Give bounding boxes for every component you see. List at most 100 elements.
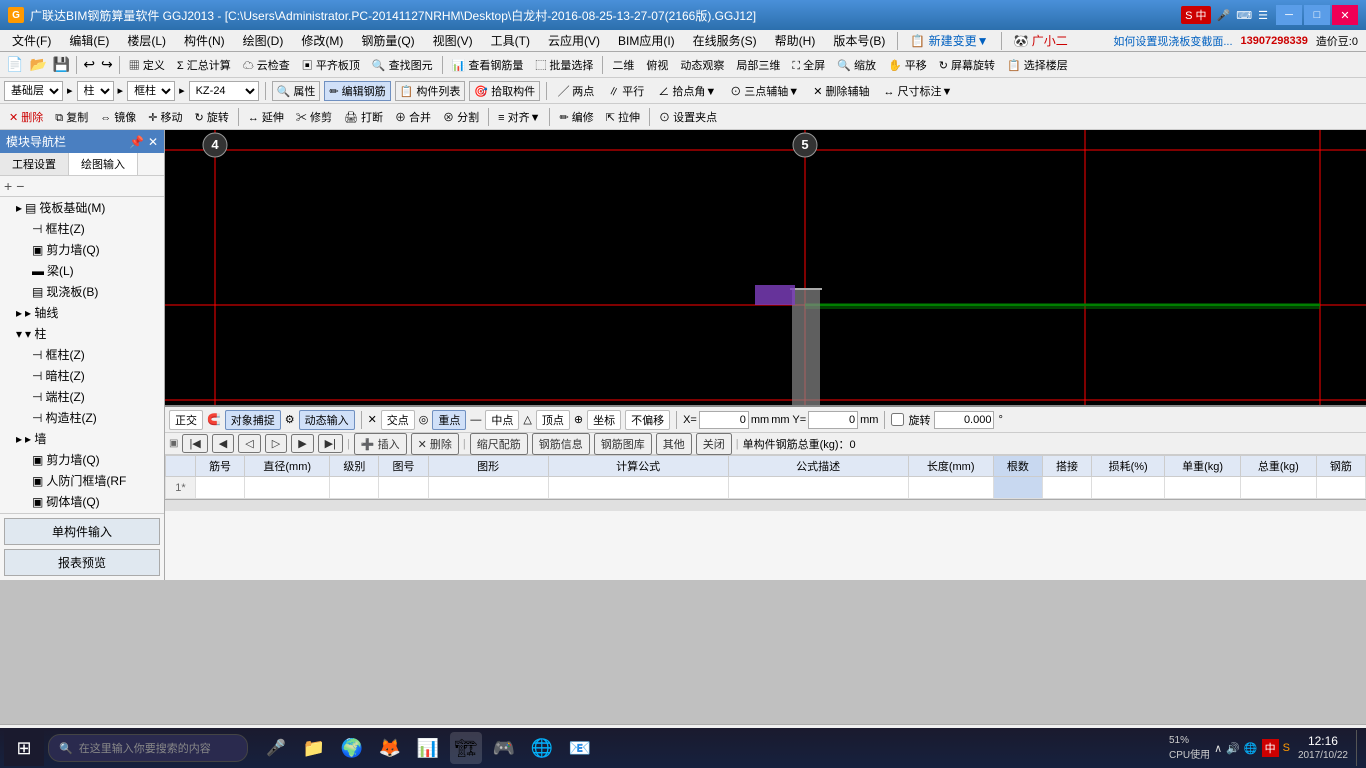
tree-item-beam[interactable]: ▬ 梁(L)	[0, 260, 164, 281]
align-button[interactable]: ≡ 对齐▼	[493, 107, 545, 127]
no-offset-button[interactable]: 不偏移	[625, 410, 670, 430]
horizontal-scrollbar[interactable]	[165, 499, 1366, 511]
menu-element[interactable]: 构件(N)	[176, 30, 233, 51]
keyboard-icon[interactable]: ⌨	[1236, 9, 1252, 22]
menu-version[interactable]: 版本号(B)	[825, 30, 893, 51]
menu-new-change[interactable]: 📋 新建变更▼	[902, 30, 996, 51]
other-button[interactable]: 其他	[656, 433, 692, 455]
tray-time[interactable]: 12:16 2017/10/22	[1298, 734, 1348, 763]
ortho-button[interactable]: 正交	[169, 410, 203, 430]
merge-button[interactable]: ⊕ 合并	[390, 107, 436, 127]
cell-barno[interactable]	[196, 477, 245, 499]
set-anchor-button[interactable]: ⊙ 设置夹点	[654, 107, 722, 127]
cell-totalw[interactable]	[1240, 477, 1316, 499]
tree-item-axis[interactable]: ▸ ▸ 轴线	[0, 302, 164, 323]
start-button[interactable]: ⊞	[4, 730, 44, 766]
view-rebar-button[interactable]: 📊 查看钢筋量	[447, 55, 529, 75]
vertex-button[interactable]: 顶点	[536, 410, 570, 430]
tree-item-frame-col[interactable]: ⊣ 框柱(Z)	[0, 344, 164, 365]
select-floor-button[interactable]: 📋 选择楼层	[1002, 55, 1073, 75]
rebar-lib-button[interactable]: 钢筋图库	[594, 433, 652, 455]
local-3d-button[interactable]: 局部三维	[731, 55, 785, 75]
print-button[interactable]: 🖨 打断	[339, 107, 388, 127]
define-button[interactable]: ▦ 定义	[124, 55, 170, 75]
nav-next-p[interactable]: ▷	[265, 434, 287, 453]
rebar-close-button[interactable]: 关闭	[696, 433, 732, 455]
tree-item-slab[interactable]: ▤ 现浇板(B)	[0, 281, 164, 302]
sidebar-pin[interactable]: 📌	[129, 135, 144, 149]
menu-gxe[interactable]: 🐼 广小二	[1006, 30, 1076, 51]
menu-view[interactable]: 视图(V)	[425, 30, 481, 51]
move-button[interactable]: ✛ 移动	[143, 107, 187, 127]
cloud-check-button[interactable]: ☁ 云检查	[238, 55, 295, 75]
tray-volume[interactable]: 🔊	[1226, 742, 1240, 755]
dynamic-input-button[interactable]: 动态输入	[299, 410, 355, 430]
nav-next[interactable]: ▶	[291, 434, 313, 453]
taskbar-icon-app5[interactable]: 📧	[564, 732, 596, 764]
delete-rebar-button[interactable]: ✕ 删除	[411, 433, 459, 455]
rotate-checkbox[interactable]	[891, 413, 904, 426]
tray-network[interactable]: 🌐	[1244, 742, 1258, 755]
sidebar-tab-settings[interactable]: 工程设置	[0, 153, 69, 175]
split-button[interactable]: ⊗ 分割	[438, 107, 484, 127]
calc-button[interactable]: Σ 汇总计算	[172, 55, 236, 75]
zoom-button[interactable]: 🔍 缩放	[832, 55, 881, 75]
del-aux-button[interactable]: ✕ 删除辅轴	[808, 81, 874, 101]
close-button[interactable]: ✕	[1332, 5, 1358, 25]
undo-icon[interactable]: ↩	[81, 56, 97, 73]
menu-modify[interactable]: 修改(M)	[293, 30, 351, 51]
taskbar-icon-app3[interactable]: 🎮	[488, 732, 520, 764]
cell-len[interactable]	[908, 477, 993, 499]
tree-item-shear[interactable]: ▣ 剪力墙(Q)	[0, 239, 164, 260]
mirror-button[interactable]: ⇔ 镜像	[95, 107, 141, 127]
element-list-button[interactable]: 📋 构件列表	[395, 81, 466, 101]
taskbar-icon-files[interactable]: 📁	[298, 732, 330, 764]
nav-prev-p[interactable]: ◁	[238, 434, 260, 453]
parallel-button[interactable]: ∥ 平行	[603, 81, 649, 101]
angle-button[interactable]: ∠ 拾点角▼	[653, 81, 721, 101]
menu-layer[interactable]: 楼层(L)	[119, 30, 174, 51]
tray-input-s[interactable]: S	[1283, 742, 1290, 754]
cell-dia[interactable]	[245, 477, 330, 499]
tree-item-end-col[interactable]: ⊣ 端柱(Z)	[0, 386, 164, 407]
menu-rebar[interactable]: 钢筋量(Q)	[353, 30, 422, 51]
center-button[interactable]: 中点	[485, 410, 519, 430]
nav-first[interactable]: |◀	[182, 434, 207, 453]
cell-shape[interactable]	[428, 477, 548, 499]
2d-button[interactable]: 二维	[607, 55, 639, 75]
expand-icon[interactable]: +	[4, 178, 12, 194]
table-row[interactable]: 1*	[166, 477, 1366, 499]
fullscreen-button[interactable]: ⛶ 全屏	[787, 55, 830, 75]
tree-item-shear-wall[interactable]: ▣ 剪力墙(Q)	[0, 449, 164, 470]
rotate-button[interactable]: ↻ 旋转	[190, 107, 234, 127]
extend-button[interactable]: ↔ 延伸	[243, 107, 289, 127]
y-input[interactable]	[808, 411, 858, 429]
tree-item-wall-group[interactable]: ▸ ▸ 墙	[0, 428, 164, 449]
single-element-input-button[interactable]: 单构件输入	[4, 518, 160, 545]
report-preview-button[interactable]: 报表预览	[4, 549, 160, 576]
open-icon[interactable]: 📂	[27, 56, 48, 73]
window-controls[interactable]: ─ □ ✕	[1276, 5, 1358, 25]
menu-file[interactable]: 文件(F)	[4, 30, 59, 51]
cell-rebar[interactable]	[1316, 477, 1365, 499]
tray-arrow[interactable]: ∧	[1214, 742, 1222, 755]
tree-item-dark-col[interactable]: ⊣ 暗柱(Z)	[0, 365, 164, 386]
taskbar-icon-app2[interactable]: 🏗	[450, 732, 482, 764]
pull-button[interactable]: ⇱ 拉伸	[601, 107, 645, 127]
x-input[interactable]	[699, 411, 749, 429]
three-point-button[interactable]: ⊙ 三点辅轴▼	[725, 81, 804, 101]
rotate-input[interactable]	[934, 411, 994, 429]
scale-rebar-button[interactable]: 缩尺配筋	[470, 433, 528, 455]
dim-button[interactable]: ↔ 尺寸标注▼	[878, 81, 957, 101]
rebar-info-button[interactable]: 钢筋信息	[532, 433, 590, 455]
cell-desc[interactable]	[728, 477, 908, 499]
layer-select[interactable]: 基础层	[4, 81, 63, 101]
copy-button[interactable]: ⧉ 复制	[50, 107, 93, 127]
menu-bim[interactable]: BIM应用(I)	[610, 30, 683, 51]
minimize-button[interactable]: ─	[1276, 5, 1302, 25]
help-link[interactable]: 如何设置现浇板变截面...	[1113, 33, 1232, 49]
two-point-button[interactable]: ╱ 两点	[553, 81, 599, 101]
menu-cloud[interactable]: 云应用(V)	[540, 30, 608, 51]
object-snap-button[interactable]: 对象捕捉	[225, 410, 281, 430]
taskbar-icon-ie[interactable]: 🌍	[336, 732, 368, 764]
